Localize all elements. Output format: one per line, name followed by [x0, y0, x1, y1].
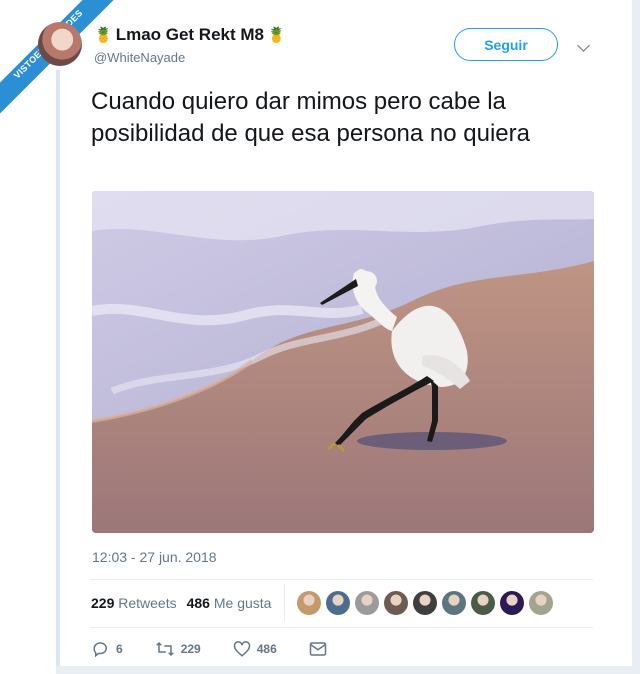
divider: [90, 579, 593, 580]
avatar[interactable]: [38, 22, 82, 66]
liker-avatar[interactable]: [297, 591, 321, 615]
retweet-button[interactable]: 229: [155, 640, 201, 658]
bottom-border: [56, 666, 640, 674]
like-button[interactable]: 486: [233, 640, 277, 658]
display-name[interactable]: Lmao Get Rekt M8: [116, 25, 264, 45]
retweet-icon: [155, 641, 174, 657]
liker-avatar[interactable]: [529, 591, 553, 615]
engagement-stats: 229 Retweets 486 Me gusta: [91, 595, 271, 611]
display-name-row[interactable]: 🍍 Lmao Get Rekt M8 🍍: [94, 25, 286, 45]
tweet-photo[interactable]: [92, 191, 594, 533]
liker-avatar[interactable]: [355, 591, 379, 615]
retweets-count: 229: [91, 595, 115, 611]
pineapple-icon: 🍍: [94, 27, 113, 44]
envelope-icon: [309, 642, 326, 656]
reply-count: 6: [116, 642, 123, 656]
divider: [90, 627, 593, 628]
like-count: 486: [256, 642, 277, 656]
thread-line: [56, 70, 60, 674]
pineapple-icon: 🍍: [267, 27, 286, 44]
reply-icon: [93, 642, 107, 658]
retweet-count: 229: [180, 642, 201, 656]
liker-avatar[interactable]: [326, 591, 350, 615]
follow-button[interactable]: Seguir: [454, 28, 558, 61]
liker-avatar[interactable]: [471, 591, 495, 615]
liker-avatar[interactable]: [413, 591, 437, 615]
likers-avatars: [297, 591, 553, 615]
egret-photo: [92, 191, 594, 533]
retweets-label: Retweets: [118, 595, 177, 611]
dm-button[interactable]: [309, 641, 327, 657]
stats-divider: [284, 584, 285, 622]
liker-avatar[interactable]: [384, 591, 408, 615]
tweet-text: Cuando quiero dar mimos pero cabe la pos…: [91, 88, 530, 147]
likes-stat[interactable]: 486 Me gusta: [187, 595, 272, 611]
liker-avatar[interactable]: [442, 591, 466, 615]
right-border: [632, 0, 640, 674]
action-bar: 6 229 486: [92, 640, 359, 658]
timestamp[interactable]: 12:03 - 27 jun. 2018: [92, 549, 217, 565]
likes-label: Me gusta: [213, 595, 272, 611]
likes-count: 486: [186, 595, 210, 611]
heart-icon: [233, 641, 250, 657]
user-handle[interactable]: @WhiteNayade: [94, 50, 185, 65]
liker-avatar[interactable]: [500, 591, 524, 615]
reply-button[interactable]: 6: [92, 640, 123, 658]
retweets-stat[interactable]: 229 Retweets: [91, 595, 177, 611]
